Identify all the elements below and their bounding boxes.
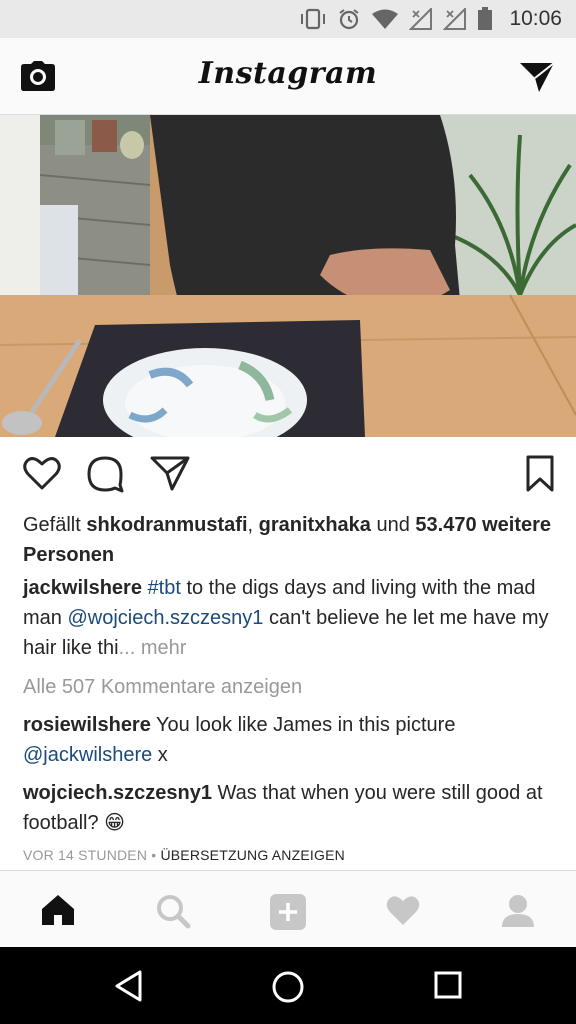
mention-link[interactable]: @wojciech.szczesny1 — [67, 607, 263, 629]
post-timestamp: VOR 14 STUNDEN — [23, 847, 148, 863]
system-nav-bar — [0, 947, 576, 1024]
comment-item: rosiewilshere You look like James in thi… — [23, 710, 553, 770]
search-icon[interactable] — [155, 893, 191, 929]
home-circle-icon[interactable] — [270, 969, 306, 1005]
bottom-tab-bar — [0, 870, 576, 947]
likes-prefix: Gefällt — [23, 514, 87, 536]
likes-separator: , — [247, 514, 259, 536]
hashtag-link[interactable]: #tbt — [148, 577, 181, 599]
grin-emoji: 😁 — [104, 812, 126, 834]
comment-item: wojciech.szczesny1 Was that when you wer… — [23, 778, 553, 838]
liker-username[interactable]: granitxhaka — [259, 514, 371, 536]
likes-and: und — [370, 514, 416, 536]
wifi-icon — [372, 9, 399, 29]
comment-author[interactable]: rosiewilshere — [23, 714, 151, 736]
post-meta: VOR 14 STUNDEN • ÜBERSETZUNG ANZEIGEN — [23, 846, 553, 864]
like-icon[interactable] — [22, 455, 62, 491]
comment-author[interactable]: wojciech.szczesny1 — [23, 782, 212, 804]
status-bar: 10:06 — [0, 0, 576, 38]
home-icon[interactable] — [40, 893, 76, 927]
post-actions — [0, 437, 576, 511]
direct-message-icon[interactable] — [518, 60, 556, 94]
signal-icon — [409, 8, 433, 30]
signal-icon — [443, 8, 467, 30]
meta-separator: • — [147, 847, 161, 863]
app-header: Instagram — [0, 38, 576, 115]
battery-icon — [478, 7, 493, 30]
profile-icon[interactable] — [500, 893, 536, 929]
translate-link[interactable]: ÜBERSETZUNG ANZEIGEN — [160, 847, 344, 863]
view-all-comments-link[interactable]: Alle 507 Kommentare anzeigen — [23, 672, 553, 702]
liker-username[interactable]: shkodranmustafi — [86, 514, 247, 536]
post-caption: jackwilshere #tbt to the digs days and l… — [23, 573, 553, 663]
vibrate-icon — [301, 8, 326, 30]
add-post-icon[interactable] — [269, 893, 307, 931]
app-logo: Instagram — [198, 56, 378, 91]
recents-icon[interactable] — [432, 969, 464, 1001]
save-icon[interactable] — [525, 455, 555, 493]
comment-icon[interactable] — [86, 455, 124, 493]
share-icon[interactable] — [150, 455, 190, 491]
activity-icon[interactable] — [385, 893, 421, 927]
back-icon[interactable] — [112, 969, 146, 1003]
likes-line[interactable]: Gefällt shkodranmustafi, granitxhaka und… — [23, 510, 553, 570]
comment-text: x — [152, 744, 168, 766]
post-details: Gefällt shkodranmustafi, granitxhaka und… — [23, 510, 553, 864]
clock: 10:06 — [509, 7, 562, 30]
alarm-icon — [339, 9, 360, 30]
post-image[interactable] — [0, 115, 576, 437]
mention-link[interactable]: @jackwilshere — [23, 744, 152, 766]
more-link[interactable]: ... mehr — [119, 637, 187, 659]
comment-text: You look like James in this picture — [150, 714, 456, 736]
caption-author[interactable]: jackwilshere — [23, 577, 142, 599]
